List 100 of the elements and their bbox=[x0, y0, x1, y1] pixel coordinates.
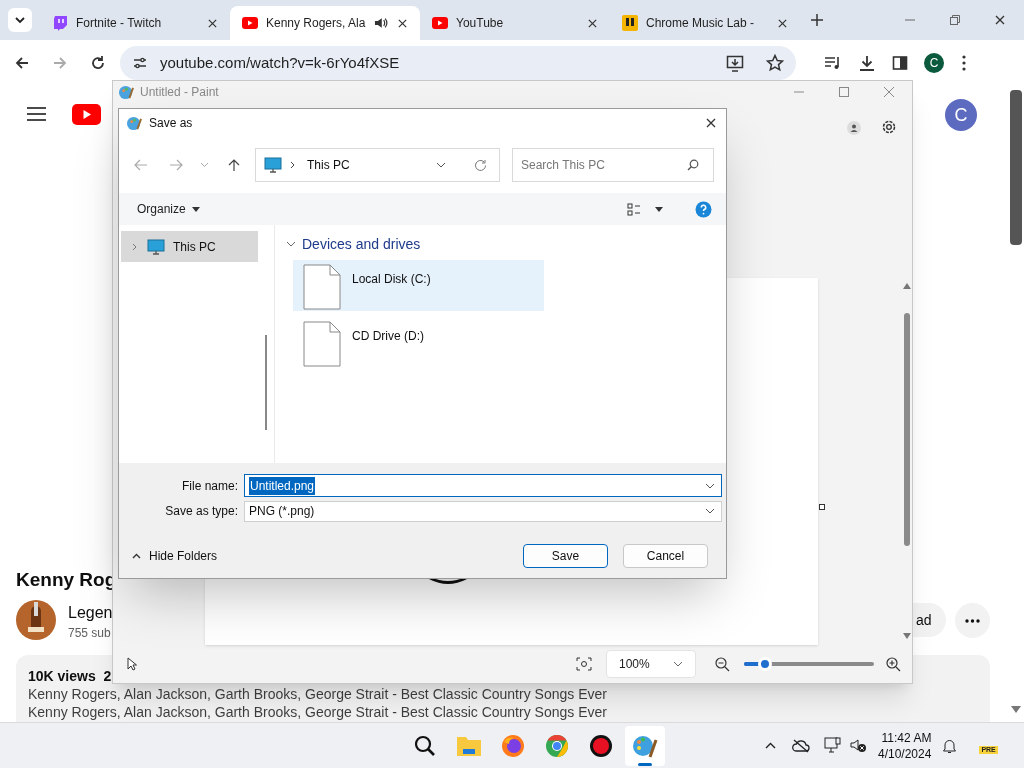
play-logo-icon[interactable] bbox=[72, 104, 101, 125]
file-type-dropdown[interactable]: PNG (*.png) bbox=[244, 500, 722, 522]
site-settings-icon[interactable] bbox=[132, 55, 148, 71]
firefox-icon[interactable] bbox=[501, 733, 525, 758]
file-icon bbox=[303, 264, 341, 310]
cloud-off-icon[interactable] bbox=[792, 738, 810, 753]
tab-title: Kenny Rogers, Ala bbox=[266, 15, 366, 32]
fit-screen-icon[interactable] bbox=[576, 657, 592, 671]
zoom-in-icon[interactable] bbox=[886, 657, 901, 672]
speaker-icon[interactable] bbox=[373, 15, 389, 31]
file-name-field[interactable]: Untitled.png bbox=[244, 474, 722, 497]
browser-tab[interactable]: Kenny Rogers, Ala bbox=[230, 6, 420, 40]
vertical-scrollbar[interactable] bbox=[904, 313, 910, 546]
tab-close-icon[interactable] bbox=[207, 17, 218, 29]
back-icon[interactable] bbox=[14, 55, 30, 71]
browser-tab[interactable]: YouTube bbox=[420, 6, 610, 40]
hide-folders-button[interactable]: Hide Folders bbox=[132, 547, 218, 565]
more-actions-button[interactable] bbox=[955, 603, 990, 638]
computer-icon bbox=[264, 157, 282, 173]
drive-item[interactable]: CD Drive (D:) bbox=[293, 317, 544, 368]
clock[interactable]: 11:42 AM 4/10/2024 bbox=[878, 729, 932, 762]
file-icon bbox=[303, 321, 341, 367]
bookmark-star-icon[interactable] bbox=[766, 54, 784, 72]
chevron-up-icon[interactable] bbox=[765, 742, 776, 749]
view-caret-icon bbox=[655, 206, 663, 212]
close-icon[interactable] bbox=[705, 117, 717, 129]
maximize-icon[interactable] bbox=[839, 87, 849, 97]
drive-item[interactable]: Local Disk (C:) bbox=[293, 260, 544, 311]
address-bar[interactable]: youtube.com/watch?v=k-6rYo4fXSE bbox=[120, 46, 796, 80]
new-tab-icon[interactable] bbox=[810, 13, 824, 27]
paint-app-icon bbox=[127, 115, 142, 131]
channel-name[interactable]: Legen bbox=[68, 601, 113, 625]
resize-handle[interactable] bbox=[819, 504, 825, 510]
help-icon[interactable] bbox=[695, 200, 712, 218]
cancel-button[interactable]: Cancel bbox=[623, 544, 708, 568]
pointer-icon[interactable] bbox=[127, 657, 137, 671]
chrome-icon[interactable] bbox=[545, 733, 569, 758]
tab-title: Fortnite - Twitch bbox=[76, 15, 163, 32]
tree-item[interactable]: This PC bbox=[121, 231, 258, 262]
menu-icon[interactable] bbox=[27, 107, 46, 121]
download-icon[interactable] bbox=[858, 54, 876, 72]
scroll-down-icon[interactable] bbox=[903, 633, 911, 639]
address-box[interactable]: This PC bbox=[255, 148, 500, 182]
scroll-down-icon[interactable] bbox=[1011, 706, 1021, 713]
play-logo-icon bbox=[432, 17, 448, 29]
search-field[interactable]: Search This PC bbox=[512, 148, 714, 182]
chevron-up-icon bbox=[132, 553, 141, 559]
download-button[interactable]: ad bbox=[913, 603, 946, 637]
group-header[interactable]: Devices and drives bbox=[302, 234, 421, 255]
caret-down-icon bbox=[191, 206, 200, 212]
profile-avatar[interactable]: C bbox=[924, 53, 944, 73]
zoom-out-icon[interactable] bbox=[715, 657, 730, 672]
browser-tab[interactable]: Chrome Music Lab - bbox=[610, 6, 800, 40]
pane-scrollbar[interactable] bbox=[265, 335, 267, 430]
save-button[interactable]: Save bbox=[523, 544, 608, 568]
speaker-muted-icon[interactable] bbox=[850, 738, 867, 753]
account-icon[interactable] bbox=[847, 121, 861, 135]
settings-icon[interactable] bbox=[880, 118, 898, 136]
search-icon[interactable] bbox=[414, 734, 436, 757]
computer-icon bbox=[147, 238, 165, 255]
folder-icon[interactable] bbox=[456, 734, 482, 757]
side-panel-icon[interactable] bbox=[892, 55, 908, 71]
tab-close-icon[interactable] bbox=[587, 17, 598, 29]
path-text: This PC bbox=[307, 157, 351, 174]
slider-thumb[interactable] bbox=[757, 657, 772, 671]
reload-icon[interactable] bbox=[90, 55, 106, 71]
view-options-icon[interactable] bbox=[627, 202, 641, 216]
tab-close-icon[interactable] bbox=[397, 17, 408, 29]
record-icon[interactable] bbox=[589, 733, 613, 758]
media-queue-icon[interactable] bbox=[824, 54, 842, 72]
refresh-icon[interactable] bbox=[474, 158, 487, 172]
play-logo-icon bbox=[242, 17, 258, 29]
restore-icon[interactable] bbox=[949, 14, 961, 26]
view-count: 10K views 2 bbox=[28, 667, 113, 685]
window-close-icon[interactable] bbox=[994, 14, 1006, 26]
notification-bell-icon[interactable] bbox=[942, 737, 958, 754]
zoom-dropdown[interactable]: 100% bbox=[606, 650, 696, 678]
up-icon[interactable] bbox=[228, 158, 240, 172]
install-app-icon[interactable] bbox=[726, 54, 744, 72]
url-text: youtube.com/watch?v=k-6rYo4fXSE bbox=[160, 52, 401, 73]
chevron-down-icon[interactable] bbox=[705, 482, 715, 489]
organize-button[interactable]: Organize bbox=[137, 200, 200, 218]
chevron-down-icon[interactable] bbox=[286, 241, 296, 248]
tab-close-icon[interactable] bbox=[777, 17, 788, 29]
menu-icon[interactable] bbox=[962, 55, 966, 71]
tab-search-button[interactable] bbox=[8, 8, 32, 32]
window-title: Untitled - Paint bbox=[140, 84, 219, 101]
more-icon bbox=[965, 618, 980, 623]
chevron-down-icon bbox=[673, 661, 683, 667]
network-icon[interactable] bbox=[824, 737, 841, 754]
account-avatar[interactable]: C bbox=[945, 99, 977, 131]
chevron-down-icon[interactable] bbox=[436, 162, 446, 168]
browser-tab[interactable]: Fortnite - Twitch bbox=[40, 6, 230, 40]
search-input[interactable]: Search This PC bbox=[521, 156, 687, 174]
zoom-slider[interactable] bbox=[744, 662, 874, 666]
scroll-up-icon[interactable] bbox=[903, 283, 911, 289]
search-icon[interactable] bbox=[687, 159, 699, 171]
chevron-right-icon[interactable] bbox=[131, 242, 139, 251]
channel-avatar[interactable] bbox=[16, 600, 56, 640]
page-scrollbar[interactable] bbox=[1010, 90, 1022, 245]
